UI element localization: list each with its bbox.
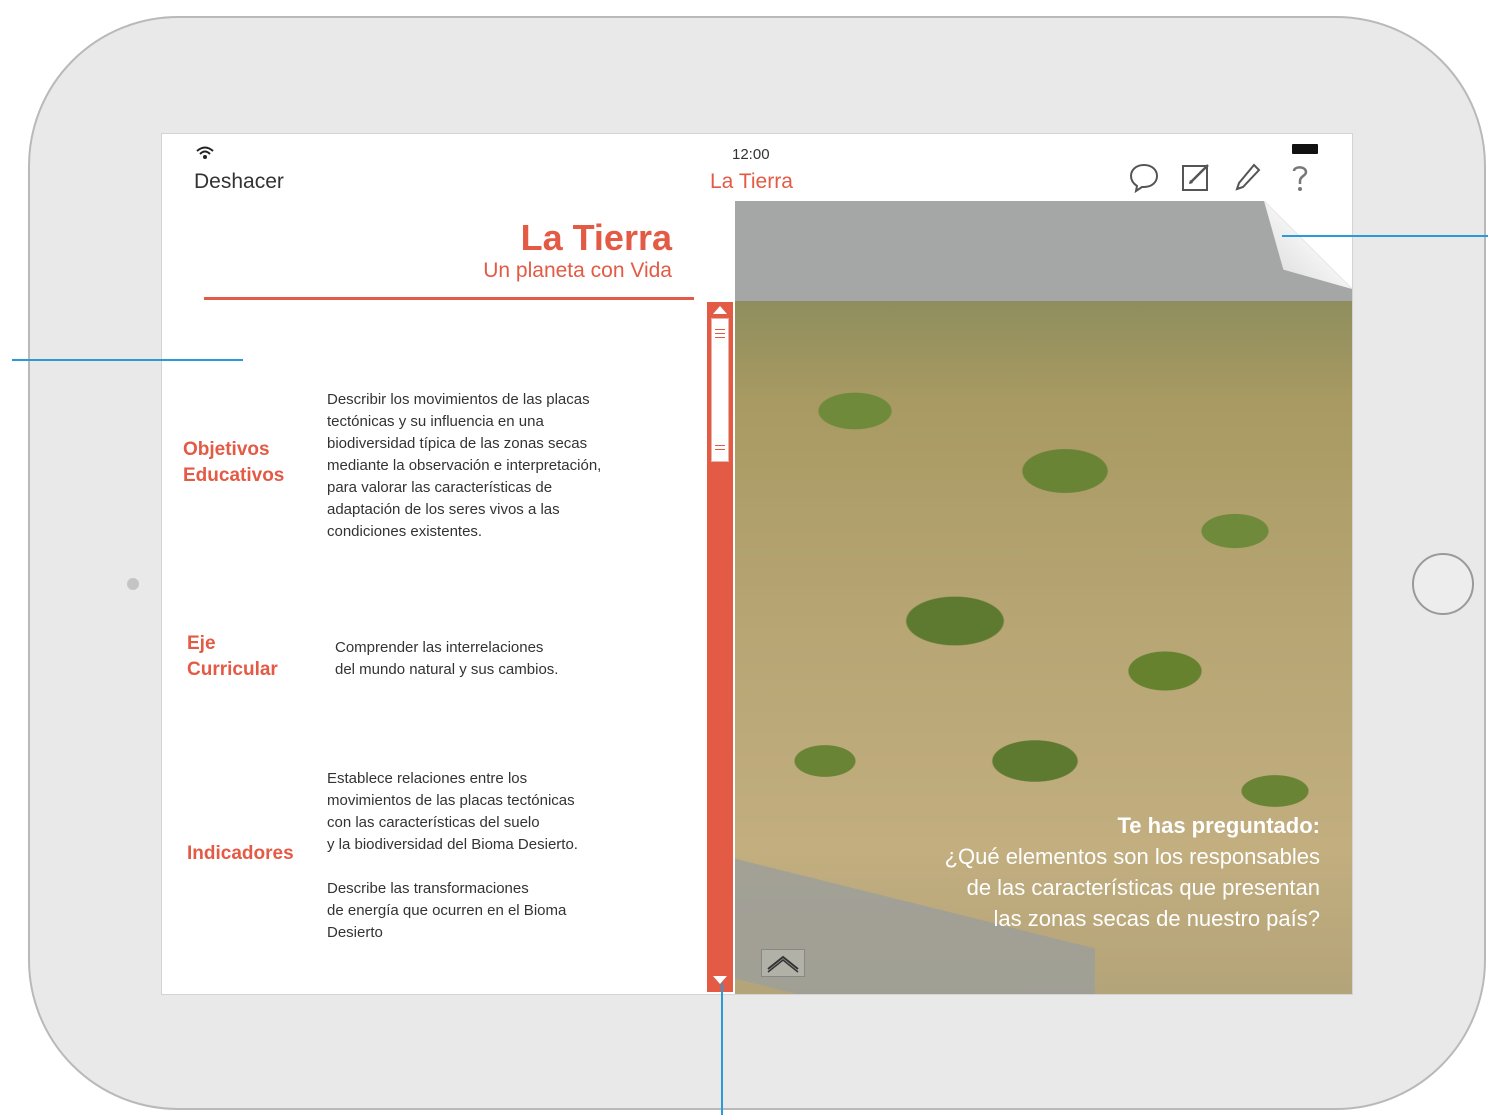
title-divider — [204, 297, 694, 300]
pencil-icon[interactable] — [1231, 160, 1265, 194]
comment-icon[interactable] — [1127, 160, 1161, 194]
page-title: La Tierra — [520, 217, 672, 258]
expand-up-button[interactable] — [761, 949, 805, 977]
scroll-down-arrow-icon[interactable] — [713, 976, 727, 984]
question-line: ¿Qué elementos son los responsables — [944, 844, 1320, 869]
callout-line-right — [1282, 235, 1488, 237]
savanna-photo: Te has preguntado: ¿Qué elementos son lo… — [735, 201, 1352, 994]
page-subtitle: Un planeta con Vida — [483, 259, 672, 282]
section-label-indicadores: Indicadores — [187, 843, 294, 864]
question-line: de las características que presentan — [966, 875, 1320, 900]
wifi-icon — [196, 146, 214, 165]
status-clock: 12:00 — [732, 146, 770, 163]
toolbar — [1127, 160, 1317, 194]
help-icon[interactable] — [1283, 160, 1317, 194]
vertical-scrollbar[interactable] — [707, 302, 733, 992]
app-screen: 12:00 Deshacer La Tierra La Tierra Un pl… — [161, 133, 1353, 995]
section-text-indicadores: Establece relaciones entre los movimient… — [327, 770, 578, 853]
scroll-up-arrow-icon[interactable] — [713, 306, 727, 314]
home-button[interactable] — [1412, 553, 1474, 615]
question-overlay: Te has preguntado: ¿Qué elementos son lo… — [945, 811, 1320, 934]
undo-button[interactable]: Deshacer — [194, 170, 284, 194]
section-text-indicadores-2: Describe las transformaciones de energía… — [327, 880, 567, 941]
section-text-eje: Comprender las interrelaciones del mundo… — [335, 639, 559, 678]
edit-icon[interactable] — [1179, 160, 1213, 194]
front-camera — [127, 578, 139, 590]
question-line: las zonas secas de nuestro país? — [993, 906, 1320, 931]
section-label-objetivos: Objetivos Educativos — [183, 439, 285, 486]
chevron-up-icon — [767, 955, 799, 973]
callout-line-bottom — [721, 983, 723, 1115]
nav-title: La Tierra — [710, 170, 793, 193]
callout-line-left — [12, 359, 243, 361]
section-label-eje: Eje Curricular — [187, 633, 278, 680]
scroll-thumb[interactable] — [711, 318, 729, 462]
battery-icon — [1292, 144, 1318, 154]
lesson-header: La Tierra Un planeta con Vida — [483, 218, 672, 284]
question-title: Te has preguntado: — [1117, 813, 1321, 838]
section-text-objetivos: Describir los movimientos de las placas … — [327, 391, 602, 540]
